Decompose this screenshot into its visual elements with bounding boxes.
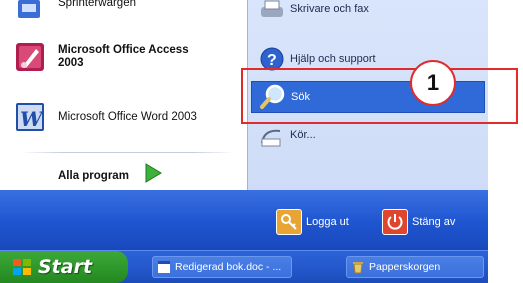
taskbar-recycle-label: Papperskorgen xyxy=(369,261,441,273)
taskbar-button-recycle-bin[interactable]: Papperskorgen xyxy=(346,256,484,278)
callout-number: 1 xyxy=(410,60,456,106)
word-label: Microsoft Office Word 2003 xyxy=(58,110,197,123)
taskbar-document-label: Redigerad bok.doc - ... xyxy=(175,261,282,273)
green-arrow-icon xyxy=(143,162,163,189)
svg-text:W: W xyxy=(20,107,45,131)
word-icon: W xyxy=(14,100,48,134)
menu-item-printers[interactable]: Skrivare och fax xyxy=(258,0,369,24)
start-label: Start xyxy=(38,256,93,278)
shutdown-label: Stäng av xyxy=(412,216,456,228)
power-icon xyxy=(382,209,408,235)
program-item-access[interactable]: Microsoft Office Access 2003 xyxy=(14,40,189,74)
all-programs-label: Alla program xyxy=(58,169,129,182)
shutdown-button[interactable]: Stäng av xyxy=(382,209,455,235)
printers-label: Skrivare och fax xyxy=(290,3,369,15)
taskbar-button-document[interactable]: Redigerad bok.doc - ... xyxy=(152,256,292,278)
key-icon xyxy=(276,209,302,235)
access-label: Microsoft Office Access 2003 xyxy=(58,44,189,69)
program-item-word[interactable]: W Microsoft Office Word 2003 xyxy=(14,100,197,134)
help-label: Hjälp och support xyxy=(290,53,376,65)
word-doc-icon xyxy=(157,260,171,274)
app-icon xyxy=(14,0,48,20)
access-icon xyxy=(14,40,48,74)
callout-box xyxy=(241,68,518,124)
screenshot-root: Sprinterwargen Microsoft Office Access 2… xyxy=(0,0,523,283)
svg-text:?: ? xyxy=(267,52,277,69)
run-label: Kör... xyxy=(290,129,316,141)
recycle-bin-icon xyxy=(351,260,365,274)
logoff-button[interactable]: Logga ut xyxy=(276,209,349,235)
printer-icon xyxy=(258,0,286,23)
all-programs-button[interactable]: Alla program xyxy=(58,162,163,189)
logoff-label: Logga ut xyxy=(306,216,349,228)
program-label: Sprinterwargen xyxy=(58,0,136,9)
windows-flag-icon xyxy=(12,257,32,277)
program-item-top-cut[interactable]: Sprinterwargen xyxy=(14,0,136,20)
separator xyxy=(20,152,235,153)
desktop-edge xyxy=(488,0,523,283)
run-icon xyxy=(258,121,286,149)
start-button[interactable]: Start xyxy=(0,251,128,283)
menu-item-run[interactable]: Kör... xyxy=(258,120,316,150)
